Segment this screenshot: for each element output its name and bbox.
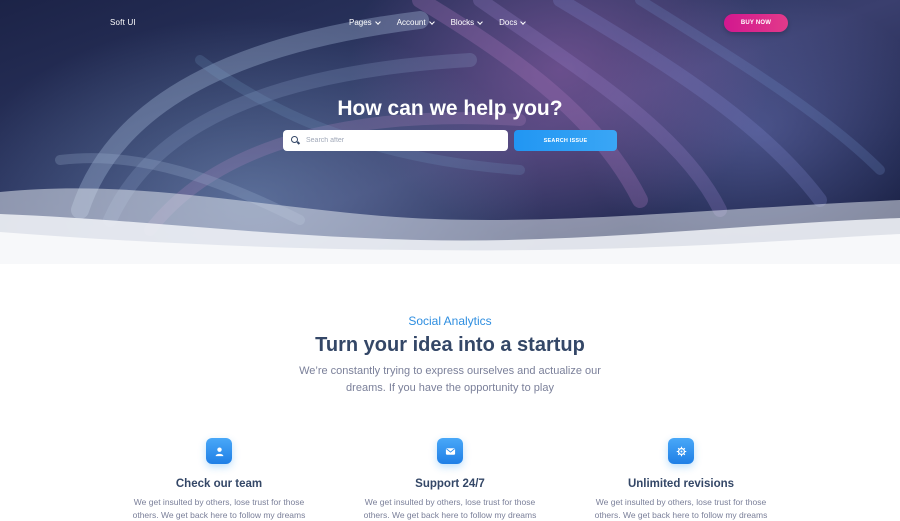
feature-description: We get insulted by others, lose trust fo… — [363, 497, 537, 520]
feature-title: Support 24/7 — [415, 478, 485, 490]
section-title: Turn your idea into a startup — [315, 334, 585, 356]
feature-card-revisions: Unlimited revisions We get insulted by o… — [581, 438, 781, 521]
settings-icon — [668, 438, 694, 464]
chevron-down-icon — [428, 18, 435, 25]
search-icon — [291, 136, 300, 145]
search-box — [283, 130, 508, 151]
feature-title: Check our team — [175, 478, 263, 490]
nav-item-label: Pages — [349, 18, 372, 27]
feature-card-team: Check our team We get insulted by others… — [119, 438, 319, 521]
nav-item-label: Account — [396, 18, 426, 27]
feature-title: Unlimited revisions — [627, 478, 735, 490]
buy-now-button[interactable]: BUY NOW — [724, 14, 788, 32]
section-description: We’re constantly trying to express ourse… — [299, 365, 601, 394]
chevron-down-icon — [520, 18, 527, 25]
nav-item-label: Blocks — [450, 18, 475, 27]
user-icon — [206, 438, 232, 464]
hero-title: How can we help you? — [337, 97, 563, 120]
section-kicker: Social Analytics — [408, 314, 492, 328]
chevron-down-icon — [374, 18, 381, 25]
nav-item-docs[interactable]: Docs — [499, 18, 527, 27]
mail-icon — [437, 438, 463, 464]
feature-description: We get insulted by others, lose trust fo… — [594, 497, 768, 520]
nav-item-label: Docs — [499, 18, 518, 27]
chevron-down-icon — [477, 18, 483, 25]
search-issue-button[interactable]: SEARCH ISSUE — [514, 130, 617, 151]
feature-description: We get insulted by others, lose trust fo… — [132, 497, 306, 520]
search-input[interactable] — [306, 137, 496, 144]
nav-item-account[interactable]: Account — [396, 18, 435, 27]
main-nav: Pages Account Blocks Docs — [349, 18, 542, 27]
nav-item-blocks[interactable]: Blocks — [451, 18, 483, 27]
nav-item-pages[interactable]: Pages — [349, 18, 381, 27]
feature-card-support: Support 24/7 We get insulted by others, … — [350, 438, 550, 521]
brand-logo[interactable]: Soft UI — [110, 18, 136, 27]
